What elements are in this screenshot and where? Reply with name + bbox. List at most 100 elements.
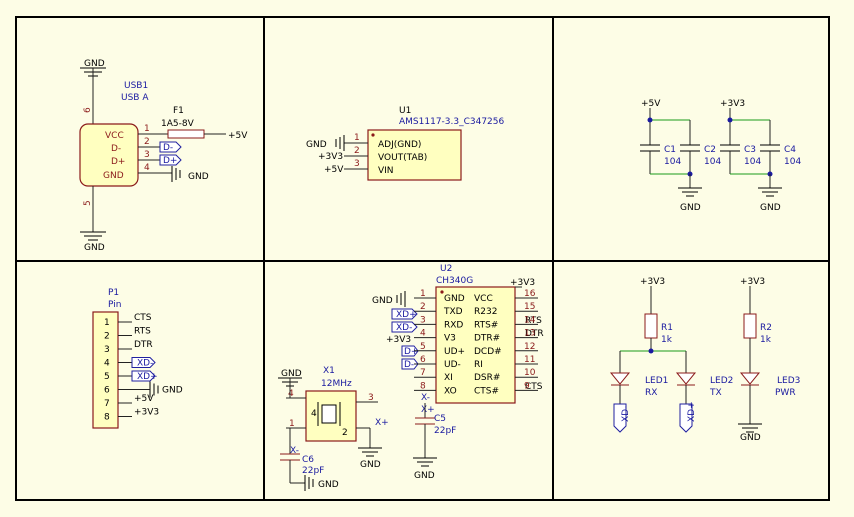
pin-number: 2: [144, 137, 150, 147]
resistor-ref: R2: [760, 323, 772, 333]
net-label: DTR: [134, 340, 153, 350]
net-label: +3V3: [740, 277, 765, 287]
resistor-r1: [644, 313, 658, 339]
pin-number: 13: [524, 329, 535, 339]
cap-ref: C5: [434, 414, 446, 424]
pin-number: 3: [104, 345, 110, 355]
pin-number: 1: [289, 419, 295, 429]
u2-value: CH340G: [436, 276, 473, 286]
gnd-label: GND: [318, 480, 339, 490]
gnd-label: GND: [84, 243, 105, 253]
pin-number: 3: [420, 315, 426, 325]
pin-name: GND: [444, 294, 465, 304]
u1-value: AMS1117-3.3_C347256: [399, 117, 505, 127]
port-label: XD-: [621, 406, 631, 422]
pin-number: 2: [342, 428, 348, 438]
pin-name: ADJ(GND): [378, 140, 421, 150]
port-label: XD+: [137, 372, 158, 382]
pin-number: 11: [524, 355, 535, 365]
gnd-label: GND: [740, 433, 761, 443]
pin-number: 1: [354, 133, 360, 143]
u2-ref: U2: [440, 264, 452, 274]
usb-pin-gnd: GND: [103, 171, 124, 181]
sheet-background: [0, 0, 854, 517]
pin-name: TXD: [443, 307, 463, 317]
cap-value: 22pF: [434, 426, 456, 436]
cap-value: 104: [744, 157, 761, 167]
pin-number: 16: [524, 289, 536, 299]
pin-name: VCC: [474, 294, 493, 304]
usb-pin-dp: D+: [111, 157, 125, 167]
pin-number: 1: [144, 124, 150, 134]
pin-number: 2: [354, 146, 360, 156]
pin-number: 3: [144, 150, 150, 160]
pin-number: 9: [524, 381, 530, 391]
pin-name: DSR#: [474, 373, 500, 383]
usb-pin-vcc: VCC: [105, 131, 124, 141]
x1-ref: X1: [323, 366, 335, 376]
pin-number: 14: [524, 315, 536, 325]
pin-number: 6: [420, 355, 426, 365]
pin-number: 5: [83, 200, 93, 206]
led-ref: LED3: [777, 376, 800, 386]
pin-name: R232: [474, 307, 497, 317]
resistor-value: 1k: [760, 335, 772, 345]
pin-name: RI: [474, 360, 483, 370]
pin-name: DCD#: [474, 347, 502, 357]
fuse-body: [167, 129, 205, 139]
pin-number: 6: [83, 107, 93, 113]
pin-name: RTS#: [474, 320, 498, 330]
pin-name: DTR#: [474, 334, 500, 344]
pin-number: 4: [144, 163, 150, 173]
port-label: X-: [421, 393, 430, 403]
pin-name: CTS#: [474, 386, 499, 396]
usb-value: USB A: [121, 93, 149, 103]
pin-name: UD+: [444, 347, 465, 357]
pin-number: 8: [104, 413, 110, 423]
fuse-value: 1A5-8V: [161, 119, 195, 129]
pin-number: 5: [104, 372, 110, 382]
port-label: XD-: [396, 323, 412, 333]
resistor-value: 1k: [661, 335, 673, 345]
port-label: XD+: [396, 310, 417, 320]
x1-value: 12MHz: [321, 379, 352, 389]
cap-ref: C2: [704, 145, 716, 155]
port-label: D+: [163, 156, 177, 166]
pin-name: VOUT(TAB): [378, 153, 427, 163]
resistor-ref: R1: [661, 323, 673, 333]
pin-name: V3: [444, 334, 456, 344]
cap-ref: C1: [664, 145, 676, 155]
fuse-ref: F1: [173, 106, 184, 116]
net-label: GND: [306, 140, 327, 150]
pin-number: 5: [420, 342, 426, 352]
net-label: +5V: [228, 131, 248, 141]
pin-number: 4: [288, 389, 294, 399]
pin-number: 3: [354, 159, 360, 169]
led-ref: LED2: [710, 376, 733, 386]
pin-number: 15: [524, 302, 535, 312]
pin-number: 6: [104, 386, 110, 396]
usb-pin-dm: D-: [111, 144, 121, 154]
net-label: CTS: [134, 313, 152, 323]
port-label: D-: [404, 360, 414, 370]
port-label: D+: [404, 347, 418, 357]
pin-name: UD-: [444, 360, 461, 370]
pin-number: 1: [420, 289, 426, 299]
pin-name: RXD: [444, 320, 463, 330]
pin-name: XI: [444, 373, 453, 383]
cap-value: 22pF: [302, 466, 324, 476]
gnd-label: GND: [680, 203, 701, 213]
pin-number: 7: [104, 399, 110, 409]
schematic-sheet: GND 6 USB1 USB A VCC D- D+ GND 1 2 3 4 5…: [0, 0, 854, 517]
net-label: +3V3: [318, 152, 343, 162]
net-label: +5V: [134, 394, 154, 404]
pin-name: XO: [444, 386, 457, 396]
net-label: GND: [162, 386, 183, 396]
pin-number: 12: [524, 342, 535, 352]
usb-ref: USB1: [124, 81, 148, 91]
cap-ref: C6: [302, 455, 314, 465]
led-ref: LED1: [645, 376, 668, 386]
p1-value: Pin: [108, 300, 121, 310]
net-label: +5V: [641, 99, 661, 109]
pin-number: 4: [420, 329, 426, 339]
